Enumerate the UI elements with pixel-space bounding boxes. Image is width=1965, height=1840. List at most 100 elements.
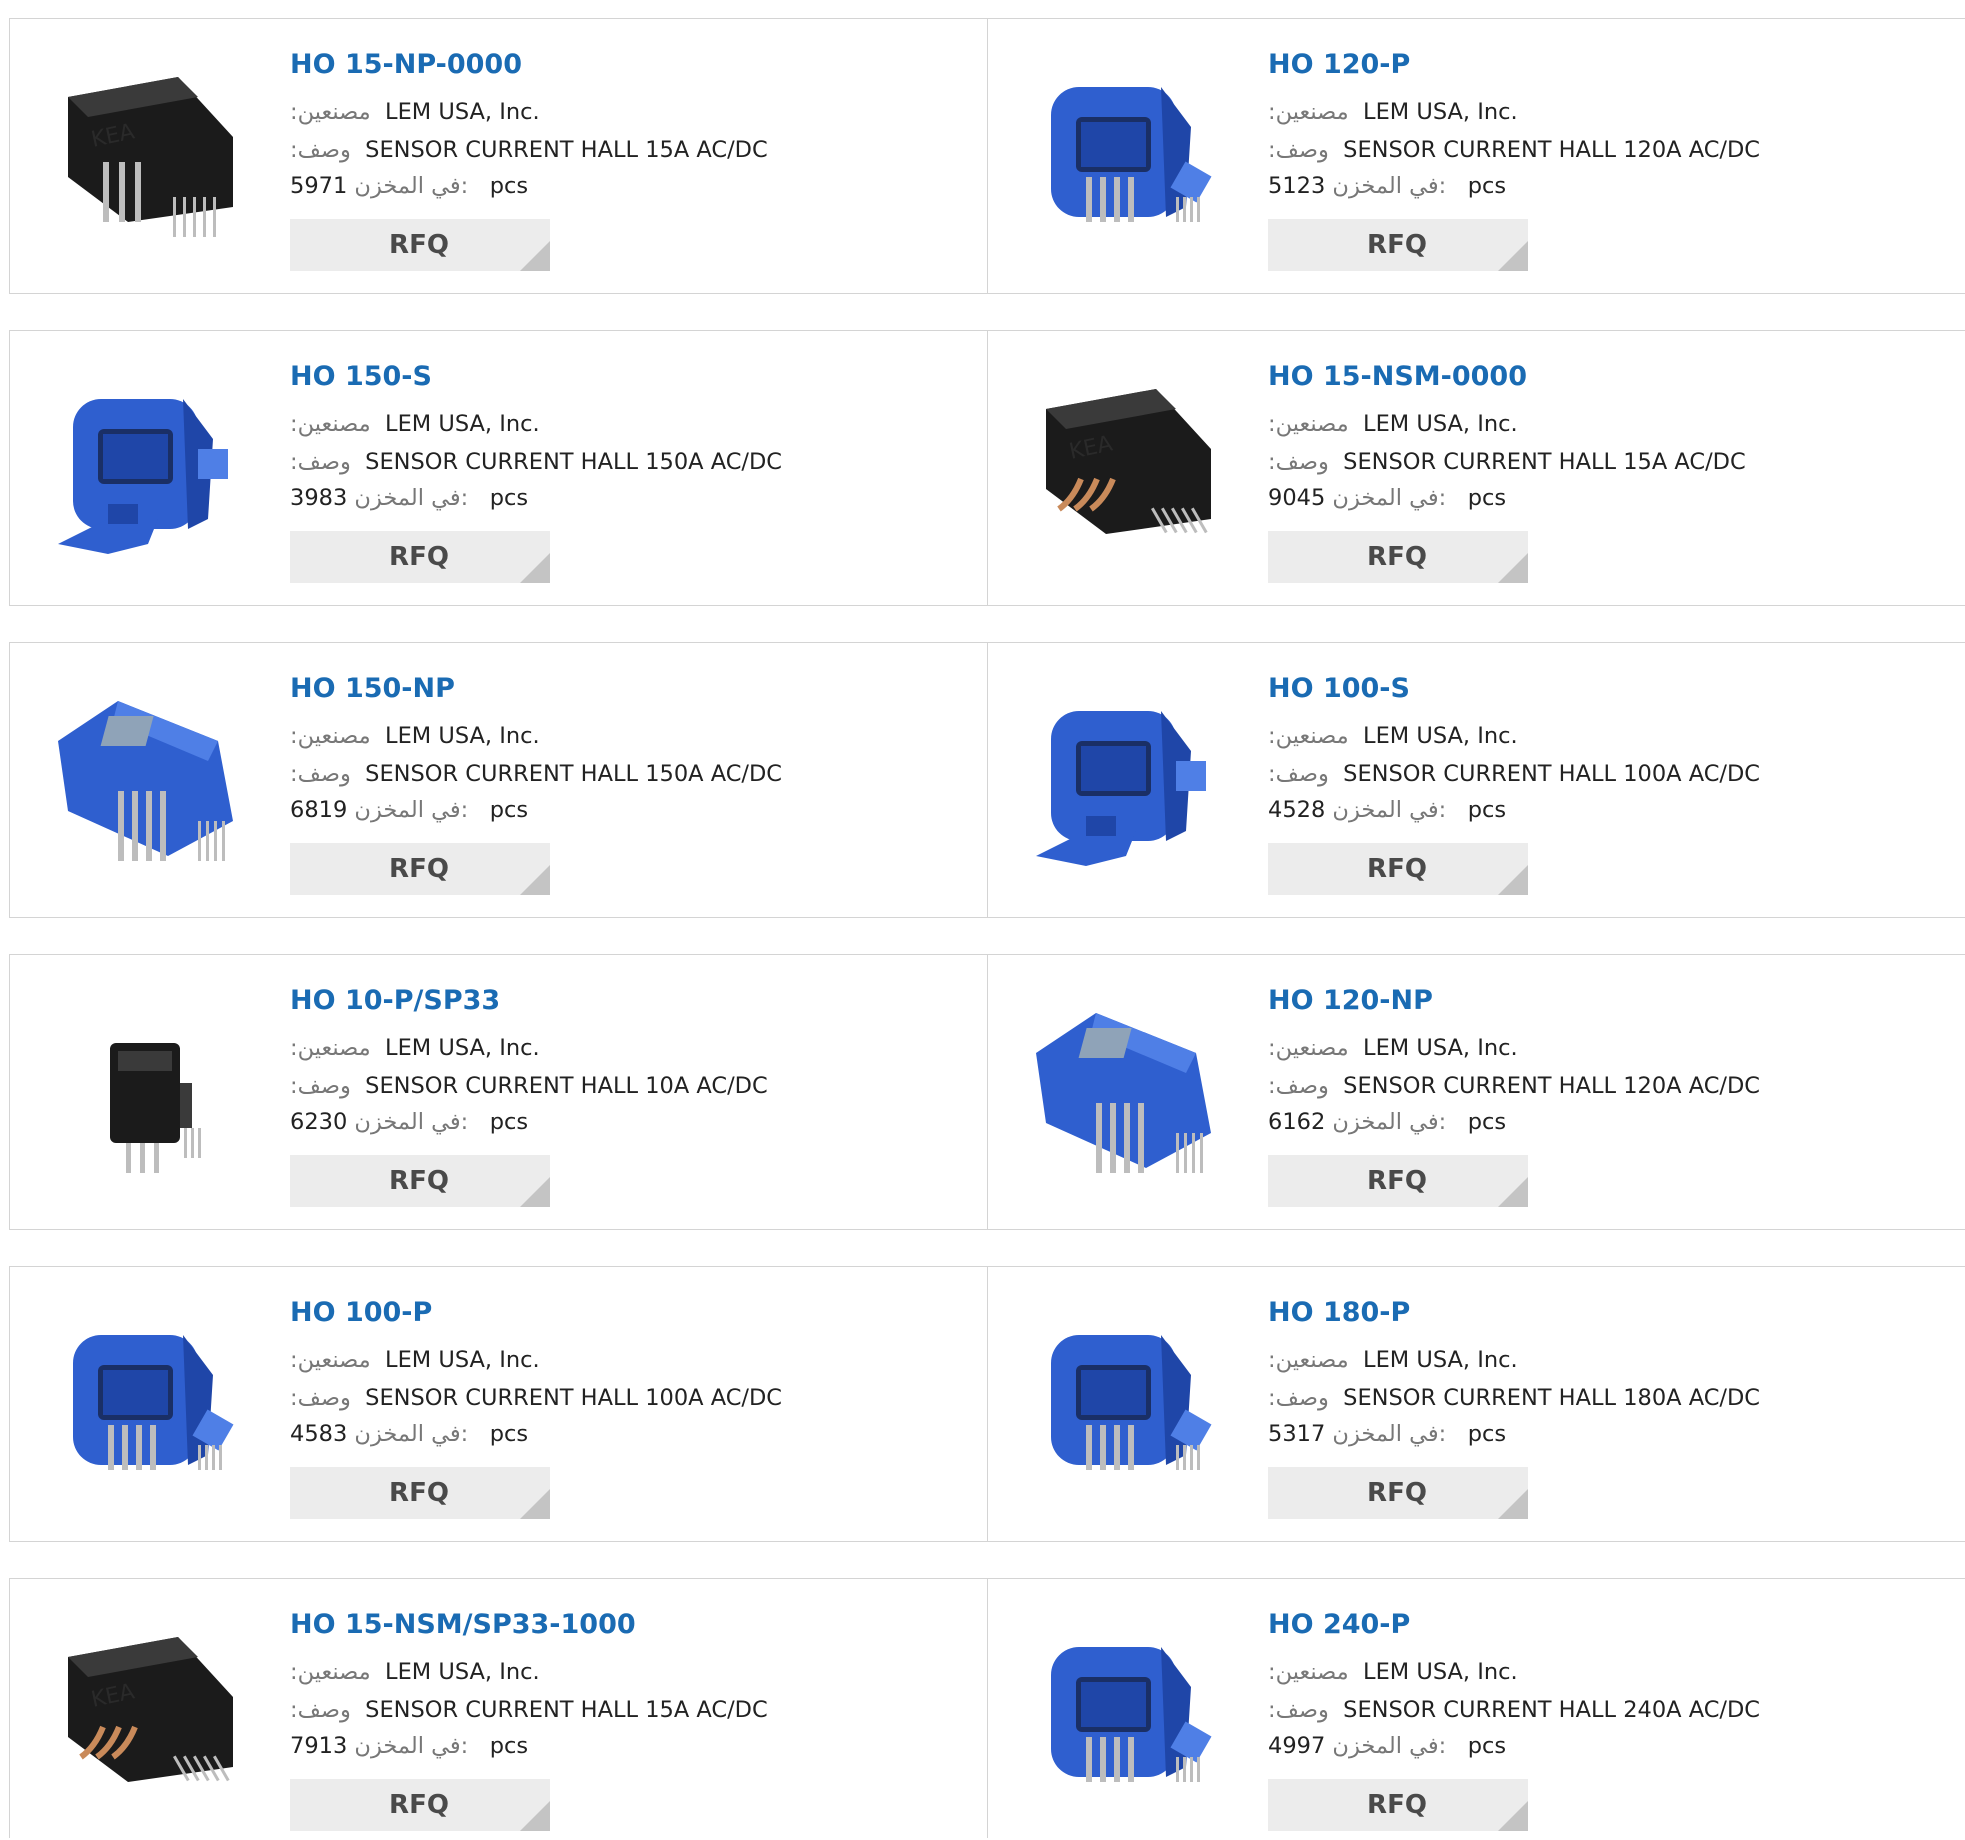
rfq-button[interactable]: RFQ xyxy=(290,1467,550,1519)
rfq-corner-decoration xyxy=(520,865,550,895)
stock-unit: pcs xyxy=(489,797,529,823)
blue-sensor-clip-icon[interactable] xyxy=(48,369,248,569)
blue-sensor-icon[interactable] xyxy=(1026,57,1226,257)
product-card: HO 150-NP :مصنعين LEM USA, Inc. :وصف SEN… xyxy=(9,642,988,918)
blue-sensor-np-icon[interactable] xyxy=(48,681,248,881)
description-label: :وصف xyxy=(1268,1073,1329,1099)
black-sensor-smd-icon[interactable]: KEA xyxy=(1026,369,1226,569)
product-card: HO 150-S :مصنعين LEM USA, Inc. :وصف SENS… xyxy=(9,330,988,606)
rfq-corner-decoration xyxy=(1498,865,1528,895)
product-part-number-link[interactable]: HO 100-S xyxy=(1268,673,1410,704)
stock-label: في المخزن: xyxy=(1332,797,1447,823)
product-part-number-link[interactable]: HO 100-P xyxy=(290,1297,432,1328)
manufacturer-label: :مصنعين xyxy=(1268,1035,1349,1061)
stock-unit: pcs xyxy=(489,485,529,511)
blue-sensor-np-icon[interactable] xyxy=(1026,993,1226,1193)
stock-unit: pcs xyxy=(489,1109,529,1135)
product-part-number-link[interactable]: HO 120-P xyxy=(1268,49,1410,80)
stock-value: 7913 xyxy=(290,1733,348,1759)
black-sensor-smd-icon[interactable]: KEA xyxy=(48,1617,248,1817)
stock-value: 6162 xyxy=(1268,1109,1326,1135)
description-value: SENSOR CURRENT HALL 150A AC/DC xyxy=(365,449,783,475)
stock-unit: pcs xyxy=(489,1733,529,1759)
product-part-number-link[interactable]: HO 15-NP-0000 xyxy=(290,49,522,80)
rfq-corner-decoration xyxy=(1498,1489,1528,1519)
description-label: :وصف xyxy=(1268,1697,1329,1723)
product-part-number-link[interactable]: HO 240-P xyxy=(1268,1609,1410,1640)
description-row: :وصف SENSOR CURRENT HALL 15A AC/DC xyxy=(290,137,768,163)
stock-value: 4528 xyxy=(1268,797,1326,823)
product-card: HO 240-P :مصنعين LEM USA, Inc. :وصف SENS… xyxy=(987,1578,1965,1838)
stock-row: 9045 في المخزن: pcs xyxy=(1268,485,1506,511)
stock-value: 5123 xyxy=(1268,173,1326,199)
description-row: :وصف SENSOR CURRENT HALL 100A AC/DC xyxy=(1268,761,1760,787)
stock-unit: pcs xyxy=(489,173,529,199)
manufacturer-row: :مصنعين LEM USA, Inc. xyxy=(290,723,540,749)
description-row: :وصف SENSOR CURRENT HALL 150A AC/DC xyxy=(290,449,782,475)
stock-row: 6819 في المخزن: pcs xyxy=(290,797,528,823)
description-value: SENSOR CURRENT HALL 180A AC/DC xyxy=(1343,1385,1761,1411)
rfq-button[interactable]: RFQ xyxy=(1268,1467,1528,1519)
rfq-button[interactable]: RFQ xyxy=(290,531,550,583)
manufacturer-value: LEM USA, Inc. xyxy=(1363,1659,1518,1685)
black-sensor-icon[interactable]: KEA xyxy=(48,57,248,257)
blue-sensor-clip-icon[interactable] xyxy=(1026,681,1226,881)
manufacturer-row: :مصنعين LEM USA, Inc. xyxy=(290,1035,540,1061)
stock-value: 3983 xyxy=(290,485,348,511)
product-part-number-link[interactable]: HO 120-NP xyxy=(1268,985,1433,1016)
rfq-corner-decoration xyxy=(1498,1177,1528,1207)
stock-row: 5971 في المخزن: pcs xyxy=(290,173,528,199)
rfq-button[interactable]: RFQ xyxy=(290,843,550,895)
rfq-button[interactable]: RFQ xyxy=(290,219,550,271)
description-label: :وصف xyxy=(290,1385,351,1411)
description-value: SENSOR CURRENT HALL 240A AC/DC xyxy=(1343,1697,1761,1723)
manufacturer-row: :مصنعين LEM USA, Inc. xyxy=(1268,411,1518,437)
manufacturer-label: :مصنعين xyxy=(290,99,371,125)
product-part-number-link[interactable]: HO 10-P/SP33 xyxy=(290,985,500,1016)
manufacturer-row: :مصنعين LEM USA, Inc. xyxy=(1268,99,1518,125)
manufacturer-value: LEM USA, Inc. xyxy=(1363,411,1518,437)
stock-label: في المخزن: xyxy=(354,1733,469,1759)
stock-label: في المخزن: xyxy=(354,173,469,199)
stock-label: في المخزن: xyxy=(1332,173,1447,199)
blue-sensor-icon[interactable] xyxy=(1026,1305,1226,1505)
product-card: KEA HO 15-NSM/SP33-1000 :مصنعين LEM USA,… xyxy=(9,1578,988,1838)
rfq-button[interactable]: RFQ xyxy=(290,1779,550,1831)
product-part-number-link[interactable]: HO 150-S xyxy=(290,361,432,392)
stock-row: 6162 في المخزن: pcs xyxy=(1268,1109,1506,1135)
rfq-button[interactable]: RFQ xyxy=(290,1155,550,1207)
manufacturer-value: LEM USA, Inc. xyxy=(385,1659,540,1685)
product-card: HO 100-P :مصنعين LEM USA, Inc. :وصف SENS… xyxy=(9,1266,988,1542)
rfq-label: RFQ xyxy=(389,1478,449,1508)
description-label: :وصف xyxy=(1268,1385,1329,1411)
manufacturer-label: :مصنعين xyxy=(290,1347,371,1373)
description-row: :وصف SENSOR CURRENT HALL 180A AC/DC xyxy=(1268,1385,1760,1411)
manufacturer-value: LEM USA, Inc. xyxy=(1363,723,1518,749)
product-part-number-link[interactable]: HO 150-NP xyxy=(290,673,455,704)
rfq-label: RFQ xyxy=(1367,1790,1427,1820)
description-label: :وصف xyxy=(290,449,351,475)
manufacturer-label: :مصنعين xyxy=(290,1659,371,1685)
rfq-button[interactable]: RFQ xyxy=(1268,1779,1528,1831)
stock-row: 4583 في المخزن: pcs xyxy=(290,1421,528,1447)
manufacturer-label: :مصنعين xyxy=(1268,1659,1349,1685)
rfq-button[interactable]: RFQ xyxy=(1268,843,1528,895)
stock-value: 6819 xyxy=(290,797,348,823)
stock-unit: pcs xyxy=(489,1421,529,1447)
rfq-button[interactable]: RFQ xyxy=(1268,531,1528,583)
black-sensor-small-icon[interactable] xyxy=(48,993,248,1193)
blue-sensor-icon[interactable] xyxy=(48,1305,248,1505)
manufacturer-label: :مصنعين xyxy=(290,1035,371,1061)
stock-unit: pcs xyxy=(1467,1733,1507,1759)
rfq-button[interactable]: RFQ xyxy=(1268,1155,1528,1207)
stock-value: 5317 xyxy=(1268,1421,1326,1447)
stock-label: في المخزن: xyxy=(354,1421,469,1447)
rfq-corner-decoration xyxy=(520,241,550,271)
product-part-number-link[interactable]: HO 180-P xyxy=(1268,1297,1410,1328)
rfq-button[interactable]: RFQ xyxy=(1268,219,1528,271)
blue-sensor-icon[interactable] xyxy=(1026,1617,1226,1817)
product-part-number-link[interactable]: HO 15-NSM-0000 xyxy=(1268,361,1527,392)
stock-value: 6230 xyxy=(290,1109,348,1135)
manufacturer-label: :مصنعين xyxy=(290,411,371,437)
product-part-number-link[interactable]: HO 15-NSM/SP33-1000 xyxy=(290,1609,636,1640)
